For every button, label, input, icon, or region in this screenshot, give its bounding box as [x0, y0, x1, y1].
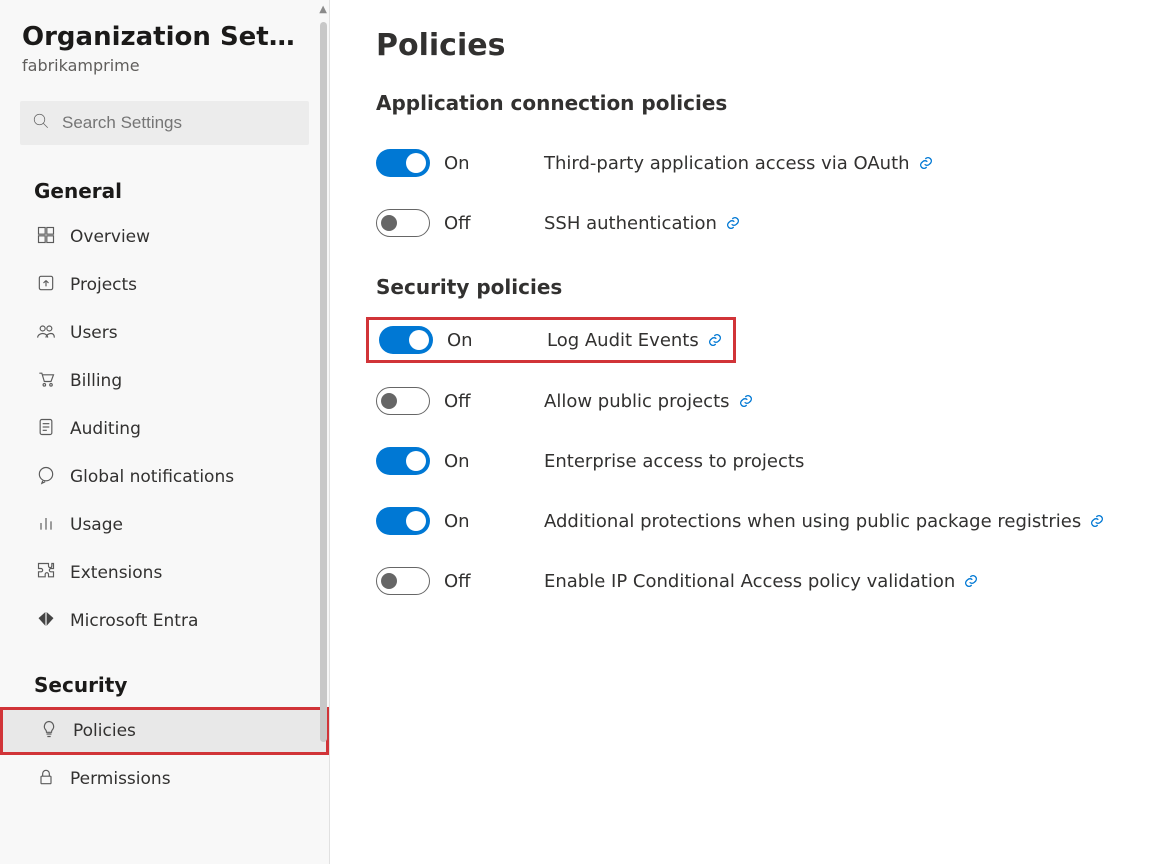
- bulb-icon: [39, 719, 59, 744]
- toggle-enterprise-access[interactable]: [376, 447, 430, 475]
- policy-row-oauth: On Third-party application access via OA…: [376, 133, 1129, 193]
- policy-desc: Additional protections when using public…: [544, 511, 1081, 532]
- policy-desc: SSH authentication: [544, 213, 717, 234]
- cart-icon: [36, 369, 56, 394]
- policy-desc: Enterprise access to projects: [544, 451, 804, 472]
- policy-row-public-projects: Off Allow public projects: [376, 371, 1129, 431]
- link-icon[interactable]: [918, 155, 934, 171]
- sidebar-item-label: Global notifications: [70, 467, 234, 487]
- sidebar-item-label: Extensions: [70, 563, 162, 583]
- search-input[interactable]: [60, 112, 297, 134]
- sidebar-item-label: Projects: [70, 275, 137, 295]
- sidebar-item-label: Microsoft Entra: [70, 611, 198, 631]
- sidebar-item-microsoft-entra[interactable]: Microsoft Entra: [0, 597, 329, 645]
- squares-icon: [36, 225, 56, 250]
- nav-general: Overview Projects Users Billing Auditing…: [0, 213, 329, 645]
- scroll-up-icon[interactable]: ▲: [319, 4, 327, 15]
- upload-icon: [36, 273, 56, 298]
- toggle-ip-conditional[interactable]: [376, 567, 430, 595]
- policy-row-audit-highlight: On Log Audit Events: [366, 317, 736, 363]
- search-input-wrap[interactable]: [20, 101, 309, 145]
- search-icon: [32, 112, 50, 134]
- bubble-icon: [36, 465, 56, 490]
- sidebar-item-label: Billing: [70, 371, 122, 391]
- toggle-state: On: [447, 330, 473, 351]
- sidebar-item-permissions[interactable]: Permissions: [0, 755, 329, 803]
- toggle-public-projects[interactable]: [376, 387, 430, 415]
- toggle-state: Off: [444, 213, 471, 234]
- sidebar-item-label: Policies: [73, 721, 136, 741]
- policy-row-ip-conditional: Off Enable IP Conditional Access policy …: [376, 551, 1129, 611]
- scrollbar[interactable]: ▲: [319, 4, 329, 864]
- sidebar-item-overview[interactable]: Overview: [0, 213, 329, 261]
- scroll-thumb[interactable]: [320, 22, 327, 742]
- sidebar-item-usage[interactable]: Usage: [0, 501, 329, 549]
- link-icon[interactable]: [738, 393, 754, 409]
- nav-security: Policies Permissions: [0, 707, 329, 803]
- policy-desc: Log Audit Events: [547, 330, 699, 351]
- link-icon[interactable]: [1089, 513, 1105, 529]
- policy-row-enterprise-access: On Enterprise access to projects: [376, 431, 1129, 491]
- toggle-state: Off: [444, 571, 471, 592]
- sidebar-item-billing[interactable]: Billing: [0, 357, 329, 405]
- link-icon[interactable]: [725, 215, 741, 231]
- sidebar-item-users[interactable]: Users: [0, 309, 329, 357]
- sidebar-header: Organization Settin… fabrikamprime: [0, 0, 329, 83]
- sidebar-item-label: Usage: [70, 515, 123, 535]
- main-content: Policies Application connection policies…: [330, 0, 1169, 864]
- bars-icon: [36, 513, 56, 538]
- sidebar: ▲ Organization Settin… fabrikamprime Gen…: [0, 0, 330, 864]
- doc-icon: [36, 417, 56, 442]
- toggle-state: On: [444, 451, 470, 472]
- link-icon[interactable]: [707, 332, 723, 348]
- sidebar-item-global-notifications[interactable]: Global notifications: [0, 453, 329, 501]
- policy-desc: Third-party application access via OAuth: [544, 153, 910, 174]
- sidebar-item-label: Auditing: [70, 419, 141, 439]
- sidebar-item-policies[interactable]: Policies: [0, 707, 329, 755]
- section-label-general: General: [0, 151, 329, 213]
- sidebar-item-label: Permissions: [70, 769, 171, 789]
- policy-desc: Allow public projects: [544, 391, 730, 412]
- toggle-state: On: [444, 153, 470, 174]
- section-title-security: Security policies: [376, 275, 1129, 299]
- toggle-state: On: [444, 511, 470, 532]
- toggle-audit[interactable]: [379, 326, 433, 354]
- section-title-app-conn: Application connection policies: [376, 91, 1129, 115]
- link-icon[interactable]: [963, 573, 979, 589]
- sidebar-item-extensions[interactable]: Extensions: [0, 549, 329, 597]
- main-title: Policies: [376, 28, 1129, 63]
- entra-icon: [36, 609, 56, 634]
- toggle-oauth[interactable]: [376, 149, 430, 177]
- policy-row-package-registries: On Additional protections when using pub…: [376, 491, 1129, 551]
- toggle-package-registries[interactable]: [376, 507, 430, 535]
- section-label-security: Security: [0, 645, 329, 707]
- page-title: Organization Settin…: [22, 22, 302, 52]
- org-name: fabrikamprime: [22, 56, 309, 75]
- policy-desc: Enable IP Conditional Access policy vali…: [544, 571, 955, 592]
- lock-icon: [36, 767, 56, 792]
- sidebar-item-projects[interactable]: Projects: [0, 261, 329, 309]
- sidebar-item-label: Users: [70, 323, 118, 343]
- toggle-ssh[interactable]: [376, 209, 430, 237]
- puzzle-icon: [36, 561, 56, 586]
- toggle-state: Off: [444, 391, 471, 412]
- sidebar-item-label: Overview: [70, 227, 150, 247]
- policy-row-ssh: Off SSH authentication: [376, 193, 1129, 253]
- people-icon: [36, 321, 56, 346]
- sidebar-item-auditing[interactable]: Auditing: [0, 405, 329, 453]
